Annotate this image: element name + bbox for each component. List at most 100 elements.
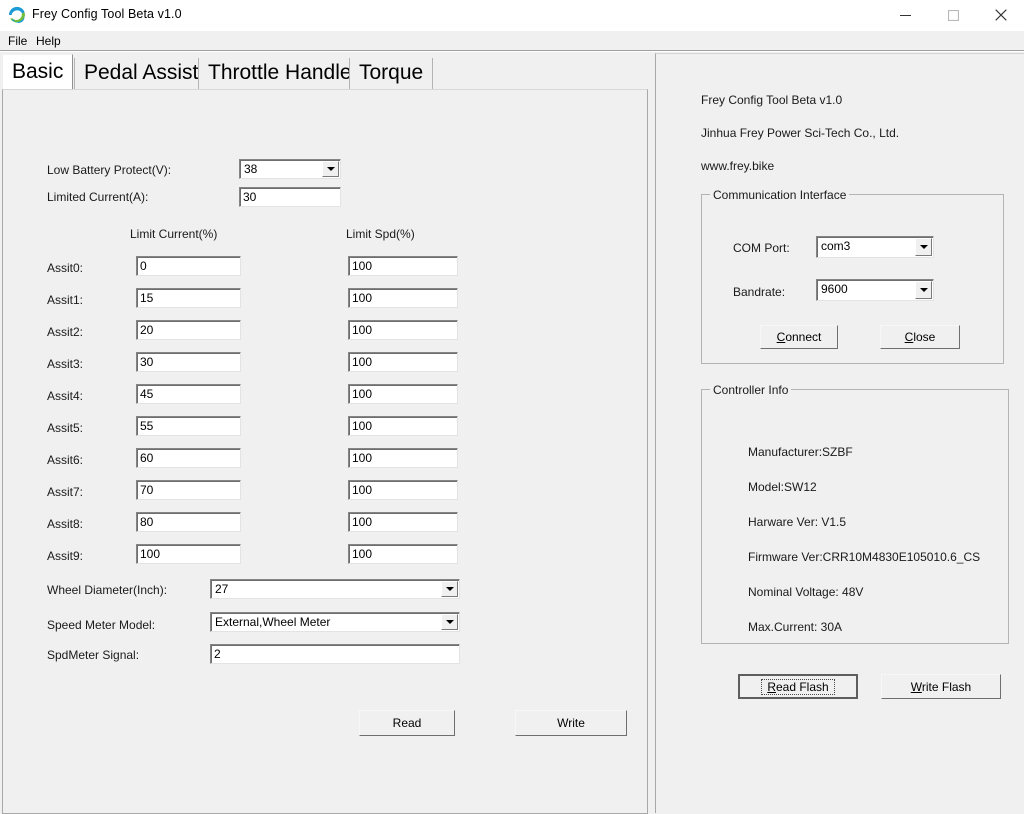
- assist-row-label: Assit0:: [47, 261, 83, 275]
- assist-limit-current-input[interactable]: 30: [136, 352, 241, 372]
- read-button-label: Read: [393, 717, 422, 729]
- controller-info-line: Max.Current: 30A: [748, 620, 842, 634]
- menu-separator: [0, 50, 1024, 52]
- maximize-button[interactable]: [930, 0, 976, 30]
- spdmeter-signal-label: SpdMeter Signal:: [47, 648, 139, 662]
- controller-info-group: Controller Info Manufacturer:SZBF Model:…: [701, 389, 1009, 644]
- com-port-label: COM Port:: [733, 241, 790, 255]
- tab-control: Basic Pedal Assist Throttle Handle Torqu…: [2, 54, 648, 814]
- assist-limit-spd-input[interactable]: 100: [348, 384, 458, 404]
- read-button[interactable]: Read: [359, 710, 455, 736]
- assist-row-label: Assit6:: [47, 453, 83, 467]
- title-bar: Frey Config Tool Beta v1.0: [0, 0, 1024, 32]
- assist-limit-current-input[interactable]: 45: [136, 384, 241, 404]
- assist-row-label: Assit9:: [47, 549, 83, 563]
- controller-info-line: Model:SW12: [748, 480, 817, 494]
- window-title: Frey Config Tool Beta v1.0: [32, 7, 182, 21]
- wheel-diameter-combo[interactable]: 27: [210, 579, 460, 599]
- menu-item-file[interactable]: File: [4, 33, 31, 49]
- assist-row-label: Assit4:: [47, 389, 83, 403]
- tab-pedal-assist[interactable]: Pedal Assist: [74, 58, 208, 89]
- assist-limit-current-input[interactable]: 70: [136, 480, 241, 500]
- right-panel: Frey Config Tool Beta v1.0 Jinhua Frey P…: [655, 53, 1024, 813]
- speed-meter-model-value: External,Wheel Meter: [215, 615, 330, 629]
- about-website: www.frey.bike: [701, 159, 774, 173]
- read-flash-button-label: Read Flash: [761, 679, 834, 695]
- limited-current-input[interactable]: 30: [239, 187, 341, 207]
- controller-info-line: Nominal Voltage: 48V: [748, 585, 863, 599]
- close-icon: [995, 9, 1007, 21]
- assist-limit-spd-input[interactable]: 100: [348, 320, 458, 340]
- bandrate-combo[interactable]: 9600: [816, 279, 934, 301]
- spdmeter-signal-input[interactable]: 2: [210, 644, 460, 664]
- assist-limit-spd-input[interactable]: 100: [348, 512, 458, 532]
- assist-limit-spd-input[interactable]: 100: [348, 256, 458, 276]
- close-button[interactable]: [978, 0, 1024, 30]
- menu-bar: File Help: [0, 31, 1024, 50]
- tab-basic[interactable]: Basic: [2, 54, 73, 90]
- assist-limit-current-input[interactable]: 100: [136, 544, 241, 564]
- tab-throttle-handle[interactable]: Throttle Handle: [198, 58, 362, 89]
- connect-button-label: Connect: [777, 331, 822, 343]
- communication-interface-group: Communication Interface COM Port: com3 B…: [701, 194, 1004, 364]
- assist-limit-current-input[interactable]: 55: [136, 416, 241, 436]
- assist-limit-spd-input[interactable]: 100: [348, 288, 458, 308]
- minimize-button[interactable]: [882, 0, 928, 30]
- assist-row-label: Assit7:: [47, 485, 83, 499]
- write-button[interactable]: Write: [515, 710, 627, 736]
- assist-limit-current-input[interactable]: 80: [136, 512, 241, 532]
- wheel-diameter-label: Wheel Diameter(Inch):: [47, 583, 167, 597]
- communication-interface-title: Communication Interface: [710, 188, 849, 202]
- assist-row-label: Assit3:: [47, 357, 83, 371]
- tab-page-basic: Low Battery Protect(V): 38 Limited Curre…: [2, 89, 648, 814]
- assist-limit-spd-input[interactable]: 100: [348, 544, 458, 564]
- assist-limit-current-input[interactable]: 0: [136, 256, 241, 276]
- app-logo-icon: [8, 6, 26, 24]
- assist-limit-spd-input[interactable]: 100: [348, 480, 458, 500]
- assist-limit-current-input[interactable]: 15: [136, 288, 241, 308]
- chevron-down-icon[interactable]: [441, 614, 458, 630]
- controller-info-line: Firmware Ver:CRR10M4830E105010.6_CS: [748, 550, 980, 564]
- connect-button[interactable]: Connect: [760, 325, 838, 349]
- controller-info-title: Controller Info: [710, 383, 791, 397]
- write-button-label: Write: [557, 717, 585, 729]
- com-port-combo[interactable]: com3: [816, 236, 934, 258]
- speed-meter-model-combo[interactable]: External,Wheel Meter: [210, 612, 460, 632]
- close-connection-button-label: Close: [905, 331, 936, 343]
- minimize-icon: [900, 10, 911, 21]
- assist-row-label: Assit1:: [47, 293, 83, 307]
- about-company: Jinhua Frey Power Sci-Tech Co., Ltd.: [701, 126, 899, 140]
- write-flash-button[interactable]: Write Flash: [881, 674, 1001, 699]
- assist-limit-spd-input[interactable]: 100: [348, 448, 458, 468]
- maximize-icon: [948, 10, 959, 21]
- controller-info-line: Manufacturer:SZBF: [748, 445, 853, 459]
- controller-info-line: Harware Ver: V1.5: [748, 515, 846, 529]
- write-flash-button-label: Write Flash: [911, 681, 971, 693]
- assist-row-label: Assit2:: [47, 325, 83, 339]
- com-port-value: com3: [821, 239, 850, 253]
- close-connection-button[interactable]: Close: [880, 325, 960, 349]
- chevron-down-icon[interactable]: [915, 281, 932, 299]
- column-header-limit-spd: Limit Spd(%): [346, 227, 415, 241]
- tab-torque[interactable]: Torque: [349, 58, 433, 89]
- assist-limit-current-input[interactable]: 60: [136, 448, 241, 468]
- column-header-limit-current: Limit Current(%): [130, 227, 217, 241]
- limited-current-label: Limited Current(A):: [47, 190, 148, 204]
- wheel-diameter-value: 27: [215, 582, 228, 596]
- low-battery-protect-value: 38: [244, 162, 257, 176]
- assist-limit-current-input[interactable]: 20: [136, 320, 241, 340]
- chevron-down-icon[interactable]: [915, 238, 932, 256]
- bandrate-value: 9600: [821, 282, 848, 296]
- read-flash-button[interactable]: Read Flash: [738, 674, 858, 699]
- assist-limit-spd-input[interactable]: 100: [348, 352, 458, 372]
- about-app-name: Frey Config Tool Beta v1.0: [701, 93, 842, 107]
- low-battery-protect-label: Low Battery Protect(V):: [47, 163, 171, 177]
- low-battery-protect-combo[interactable]: 38: [239, 159, 341, 179]
- bandrate-label: Bandrate:: [733, 285, 785, 299]
- tab-strip: Basic Pedal Assist Throttle Handle Torqu…: [2, 54, 648, 89]
- menu-item-help[interactable]: Help: [32, 33, 65, 49]
- assist-limit-spd-input[interactable]: 100: [348, 416, 458, 436]
- chevron-down-icon[interactable]: [441, 581, 458, 597]
- chevron-down-icon[interactable]: [322, 161, 339, 177]
- assist-row-label: Assit5:: [47, 421, 83, 435]
